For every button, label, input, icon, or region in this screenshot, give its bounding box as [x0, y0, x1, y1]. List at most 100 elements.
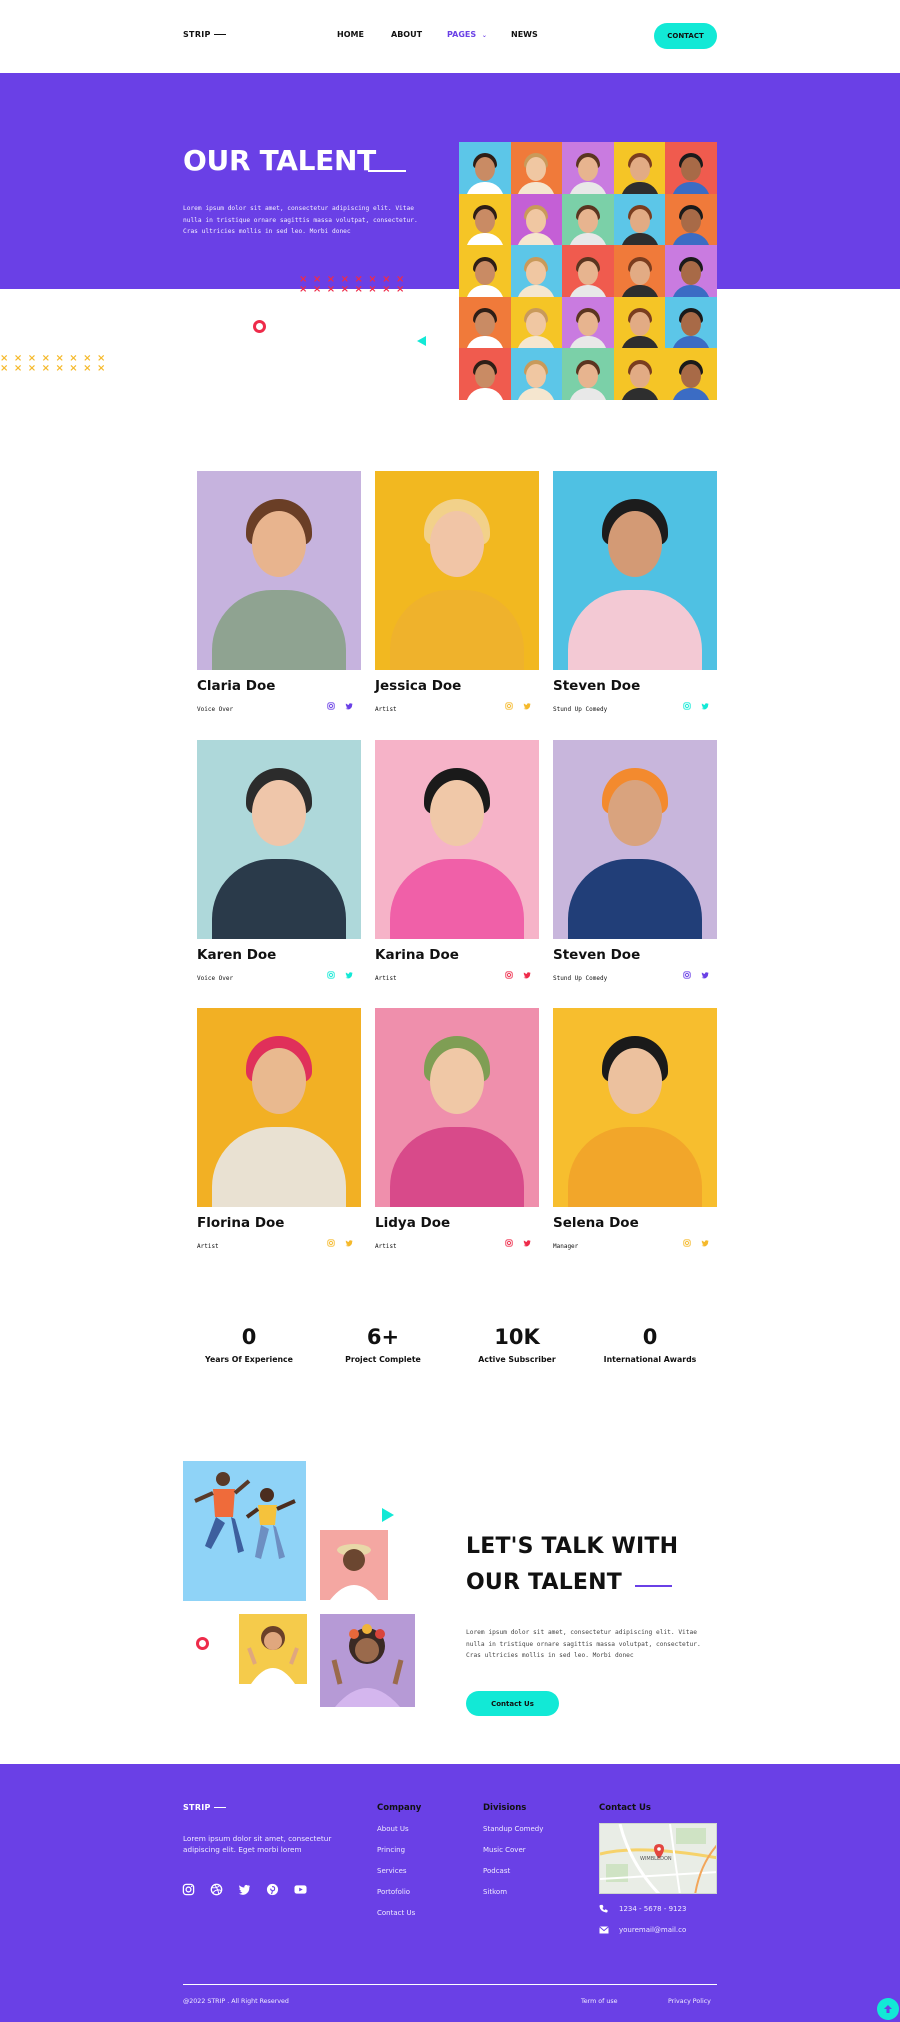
- mosaic-portrait: [562, 348, 614, 400]
- contact-button[interactable]: CONTACT: [654, 23, 717, 49]
- instagram-icon[interactable]: [182, 1883, 195, 1896]
- footer-link-music-cover[interactable]: Music Cover: [483, 1846, 526, 1854]
- youtube-icon[interactable]: [294, 1883, 307, 1896]
- talent-photo: [197, 1008, 361, 1207]
- mosaic-portrait: [665, 348, 717, 400]
- twitter-icon[interactable]: [701, 702, 709, 710]
- mosaic-portrait: [562, 296, 614, 349]
- footer-link-portfolio[interactable]: Portofolio: [377, 1888, 410, 1896]
- site-logo[interactable]: STRIP: [183, 30, 226, 39]
- instagram-icon[interactable]: [327, 702, 335, 710]
- stat-value: 0: [642, 1325, 658, 1349]
- footer-link-podcast[interactable]: Podcast: [483, 1867, 510, 1875]
- talent-name[interactable]: Jessica Doe: [375, 678, 461, 694]
- talent-name[interactable]: Karina Doe: [375, 947, 459, 963]
- photo-woman-cheering: [239, 1614, 307, 1684]
- pinterest-icon[interactable]: [266, 1883, 279, 1896]
- mosaic-portrait: [459, 296, 511, 349]
- mosaic-portrait: [562, 142, 614, 194]
- talent-role: Artist: [197, 1243, 219, 1250]
- stat-value: 6+: [366, 1325, 400, 1349]
- footer-link-services[interactable]: Services: [377, 1867, 407, 1875]
- twitter-icon[interactable]: [701, 971, 709, 979]
- copyright-text: @2022 STRIP . All Right Reserved: [183, 1998, 289, 2005]
- footer-contact-heading: Contact Us: [599, 1803, 651, 1813]
- mosaic-portrait: [510, 296, 563, 349]
- talent-role: Artist: [375, 706, 397, 713]
- mosaic-portrait: [459, 348, 511, 400]
- mosaic-portrait: [613, 296, 666, 349]
- footer-phone[interactable]: 1234 - 5678 - 9123: [619, 1905, 686, 1913]
- scroll-to-top-button[interactable]: [877, 1998, 899, 2020]
- instagram-icon[interactable]: [327, 1239, 335, 1247]
- footer-description: Lorem ipsum dolor sit amet, consectetur …: [183, 1834, 332, 1854]
- footer-link-sitkom[interactable]: Sitkom: [483, 1888, 507, 1896]
- twitter-icon[interactable]: [345, 971, 353, 979]
- twitter-icon[interactable]: [345, 1239, 353, 1247]
- instagram-icon[interactable]: [683, 702, 691, 710]
- talent-photo-mosaic: [459, 142, 717, 400]
- stat-value: 0: [241, 1325, 257, 1349]
- mosaic-portrait: [510, 245, 563, 297]
- location-map[interactable]: WIMBLEDON: [599, 1823, 717, 1894]
- instagram-icon[interactable]: [505, 702, 513, 710]
- footer-link-contact[interactable]: Contact Us: [377, 1909, 415, 1917]
- talent-role: Voice Over: [197, 706, 234, 713]
- twitter-icon[interactable]: [523, 1239, 531, 1247]
- talent-photo: [197, 471, 361, 670]
- talent-name[interactable]: Lidya Doe: [375, 1215, 450, 1231]
- talent-role: Artist: [375, 1243, 397, 1250]
- talent-name[interactable]: Claria Doe: [197, 678, 275, 694]
- footer-email[interactable]: youremail@mail.co: [619, 1926, 686, 1934]
- footer-link-standup[interactable]: Standup Comedy: [483, 1825, 543, 1833]
- mosaic-portrait: [562, 193, 614, 246]
- nav-item-about[interactable]: ABOUT: [391, 30, 422, 39]
- instagram-icon[interactable]: [683, 971, 691, 979]
- footer-logo[interactable]: STRIP: [183, 1803, 226, 1812]
- twitter-icon[interactable]: [238, 1883, 251, 1896]
- privacy-link[interactable]: Privacy Policy: [668, 1998, 711, 2005]
- instagram-icon[interactable]: [683, 1239, 691, 1247]
- talk-description: Lorem ipsum dolor sit amet, consectetur …: [466, 1629, 701, 1659]
- mosaic-portrait: [665, 245, 717, 297]
- twitter-icon[interactable]: [701, 1239, 709, 1247]
- instagram-icon[interactable]: [505, 971, 513, 979]
- mosaic-portrait: [562, 245, 614, 297]
- talent-name[interactable]: Karen Doe: [197, 947, 276, 963]
- stat-label: International Awards: [603, 1355, 697, 1364]
- nav-item-pages[interactable]: PAGES ⌄: [447, 30, 487, 39]
- twitter-icon[interactable]: [345, 702, 353, 710]
- chevron-down-icon: ⌄: [481, 32, 487, 39]
- photo-man-hat: [320, 1530, 388, 1600]
- instagram-icon[interactable]: [505, 1239, 513, 1247]
- stat-label: Project Complete: [345, 1355, 421, 1364]
- talent-photo: [197, 740, 361, 939]
- mosaic-portrait: [613, 348, 666, 400]
- hero-title-underline: [368, 170, 406, 172]
- talent-name[interactable]: Selena Doe: [553, 1215, 639, 1231]
- footer-link-about[interactable]: About Us: [377, 1825, 409, 1833]
- mosaic-portrait: [613, 142, 666, 194]
- decorative-triangle: [417, 336, 426, 346]
- twitter-icon[interactable]: [523, 702, 531, 710]
- terms-link[interactable]: Term of use: [581, 1998, 617, 2005]
- dribbble-icon[interactable]: [210, 1883, 223, 1896]
- twitter-icon[interactable]: [523, 971, 531, 979]
- contact-us-button[interactable]: Contact Us: [466, 1691, 559, 1716]
- mosaic-portrait: [613, 245, 666, 297]
- mosaic-portrait: [665, 142, 717, 194]
- footer-link-pricing[interactable]: Princing: [377, 1846, 405, 1854]
- talent-name[interactable]: Steven Doe: [553, 947, 640, 963]
- hero-title: OUR TALENT: [183, 144, 376, 177]
- mosaic-portrait: [510, 142, 563, 194]
- instagram-icon[interactable]: [327, 971, 335, 979]
- talent-role: Manager: [553, 1243, 579, 1250]
- mosaic-portrait: [459, 245, 511, 297]
- nav-item-news[interactable]: NEWS: [511, 30, 538, 39]
- talent-name[interactable]: Florina Doe: [197, 1215, 284, 1231]
- mosaic-portrait: [510, 348, 563, 400]
- talk-title-line2: OUR TALENT: [466, 1570, 622, 1595]
- arrow-up-icon: [884, 2005, 892, 2013]
- nav-item-home[interactable]: HOME: [337, 30, 364, 39]
- talent-name[interactable]: Steven Doe: [553, 678, 640, 694]
